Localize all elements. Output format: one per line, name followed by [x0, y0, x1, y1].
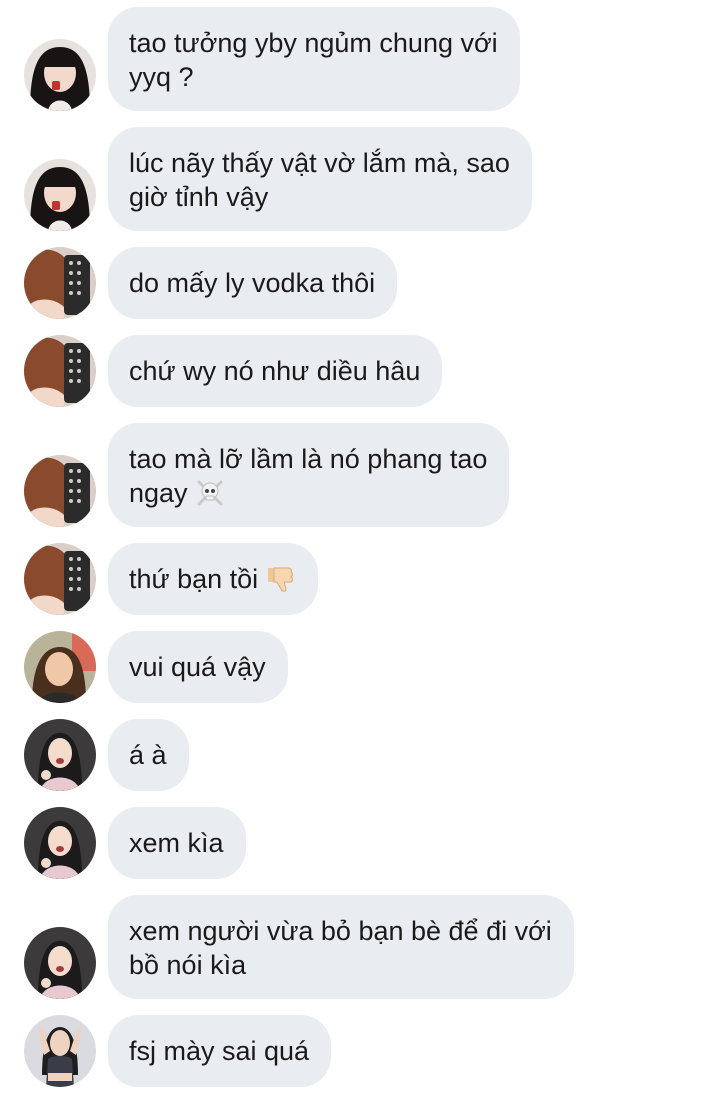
message-bubble[interactable]: thứ bạn tồi: [108, 543, 319, 615]
message-bubble[interactable]: fsj mày sai quá: [108, 1015, 332, 1087]
avatar-user-b[interactable]: [24, 247, 96, 319]
message-text: chứ wy nó như diều hâu: [129, 356, 421, 386]
message-bubble[interactable]: lúc nãy thấy vật vờ lắm mà, sao giờ tỉnh…: [108, 127, 532, 231]
message-row: á à: [0, 719, 720, 791]
message-bubble[interactable]: vui quá vậy: [108, 631, 288, 703]
message-text: do mấy ly vodka thôi: [129, 268, 376, 298]
message-text: tao mà lỡ lầm là nó phang tao ngay: [129, 444, 488, 508]
message-bubble[interactable]: á à: [108, 719, 189, 791]
message-text: tao tưởng yby ngủm chung với yyq ?: [129, 28, 498, 92]
avatar-user-e[interactable]: [24, 1015, 96, 1087]
message-text: vui quá vậy: [129, 652, 266, 682]
message-row: tao mà lỡ lầm là nó phang tao ngay: [0, 423, 720, 527]
message-row: vui quá vậy: [0, 631, 720, 703]
avatar-user-d[interactable]: [24, 927, 96, 999]
avatar-user-a[interactable]: [24, 159, 96, 231]
thumbs-down-icon: [264, 562, 296, 594]
message-bubble[interactable]: chứ wy nó như diều hâu: [108, 335, 443, 407]
message-row: do mấy ly vodka thôi: [0, 247, 720, 319]
message-row: tao tưởng yby ngủm chung với yyq ?: [0, 7, 720, 111]
message-text: thứ bạn tồi: [129, 564, 259, 594]
avatar-user-d[interactable]: [24, 719, 96, 791]
message-bubble[interactable]: xem người vừa bỏ bạn bè để đi với bồ nói…: [108, 895, 574, 999]
message-bubble[interactable]: xem kìa: [108, 807, 246, 879]
avatar-user-b[interactable]: [24, 455, 96, 527]
message-row: xem kìa: [0, 807, 720, 879]
message-bubble[interactable]: tao mà lỡ lầm là nó phang tao ngay: [108, 423, 510, 527]
chat-thread: tao tưởng yby ngủm chung với yyq ? lúc n…: [0, 0, 720, 1095]
message-text: fsj mày sai quá: [129, 1036, 310, 1066]
message-text: á à: [129, 740, 167, 770]
message-bubble[interactable]: tao tưởng yby ngủm chung với yyq ?: [108, 7, 520, 111]
message-row: lúc nãy thấy vật vờ lắm mà, sao giờ tỉnh…: [0, 127, 720, 231]
skull-crossbones-icon: [194, 476, 226, 508]
message-text: lúc nãy thấy vật vờ lắm mà, sao giờ tỉnh…: [129, 148, 510, 212]
message-text: xem người vừa bỏ bạn bè để đi với bồ nói…: [129, 916, 552, 980]
message-row: chứ wy nó như diều hâu: [0, 335, 720, 407]
avatar-user-a[interactable]: [24, 39, 96, 111]
message-row: fsj mày sai quá: [0, 1015, 720, 1087]
message-row: xem người vừa bỏ bạn bè để đi với bồ nói…: [0, 895, 720, 999]
message-text: xem kìa: [129, 828, 224, 858]
avatar-user-b[interactable]: [24, 335, 96, 407]
avatar-user-c[interactable]: [24, 631, 96, 703]
message-row: thứ bạn tồi: [0, 543, 720, 615]
avatar-user-b[interactable]: [24, 543, 96, 615]
avatar-user-d[interactable]: [24, 807, 96, 879]
message-bubble[interactable]: do mấy ly vodka thôi: [108, 247, 398, 319]
